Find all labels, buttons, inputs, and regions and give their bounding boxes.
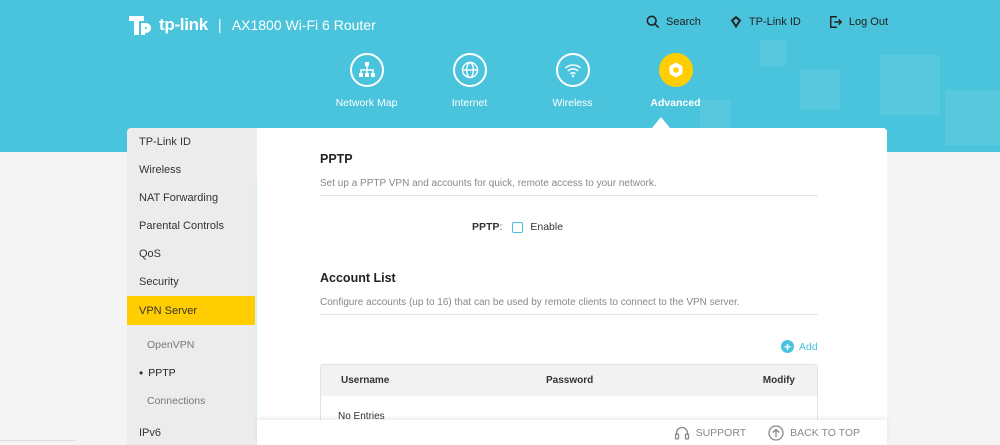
background-pattern	[760, 40, 786, 66]
sidebar-item-parental-controls[interactable]: Parental Controls	[127, 212, 257, 240]
background-pattern	[800, 70, 840, 110]
tplink-id-button[interactable]: TP-Link ID	[729, 15, 801, 29]
globe-icon	[452, 53, 487, 87]
logout-icon	[829, 16, 843, 28]
pptp-section-description: Set up a PPTP VPN and accounts for quick…	[320, 178, 818, 196]
empty-table-message: No Entries	[338, 411, 385, 422]
sidebar-item-qos[interactable]: QoS	[127, 240, 257, 268]
column-password: Password	[546, 375, 594, 386]
logout-label: Log Out	[848, 16, 888, 28]
tab-advanced[interactable]: Advanced	[624, 53, 727, 109]
sidebar-item-tplink-id[interactable]: TP-Link ID	[127, 128, 257, 156]
brand-wordmark: tp-link	[159, 15, 208, 34]
tab-advanced-label: Advanced	[650, 97, 701, 109]
top-navigation: Search TP-Link ID Log Out	[646, 15, 888, 29]
back-to-top-label: BACK TO TOP	[790, 426, 860, 439]
pptp-section: PPTP Set up a PPTP VPN and accounts for …	[320, 152, 818, 196]
support-link[interactable]: SUPPORT	[674, 425, 747, 441]
title-separator: |	[217, 16, 222, 34]
tab-wireless-label: Wireless	[552, 97, 593, 109]
background-pattern	[945, 90, 1000, 145]
logout-button[interactable]: Log Out	[829, 15, 888, 29]
headset-icon	[674, 426, 689, 440]
table-header: Username Password Modify	[321, 365, 817, 396]
search-label: Search	[666, 16, 701, 28]
background-pattern	[880, 55, 940, 115]
back-to-top-link[interactable]: BACK TO TOP	[768, 424, 860, 441]
add-icon: +	[781, 340, 794, 353]
pptp-field-label: PPTP	[472, 221, 500, 233]
tab-internet[interactable]: Internet	[418, 53, 521, 109]
pptp-enable-checkbox[interactable]	[512, 221, 524, 233]
pptp-field-colon: :	[499, 221, 503, 233]
sidebar-item-wireless[interactable]: Wireless	[127, 156, 257, 184]
add-label: Add	[799, 340, 818, 353]
tplink-id-label: TP-Link ID	[748, 16, 801, 28]
column-modify: Modify	[762, 375, 795, 386]
add-account-button[interactable]: + Add	[781, 340, 818, 353]
search-icon	[646, 15, 660, 29]
gear-icon	[658, 53, 693, 87]
pptp-enable-row: PPTP : Enable	[472, 221, 563, 233]
tab-internet-label: Internet	[451, 97, 488, 109]
sidebar: TP-Link ID Wireless NAT Forwarding Paren…	[127, 128, 257, 445]
footer-bar: SUPPORT BACK TO TOP	[257, 420, 887, 445]
sidebar-item-nat-forwarding[interactable]: NAT Forwarding	[127, 184, 257, 212]
tab-network-map[interactable]: Network Map	[315, 53, 418, 109]
router-model: AX1800 Wi-Fi 6 Router	[231, 17, 376, 33]
tp-link-logo-icon	[125, 10, 155, 40]
support-label: SUPPORT	[695, 426, 747, 439]
column-username: Username	[341, 375, 390, 386]
divider	[0, 440, 75, 441]
sidebar-item-ipv6[interactable]: IPv6	[127, 420, 257, 445]
sidebar-subitem-connections[interactable]: Connections	[127, 387, 257, 415]
sidebar-submenu: OpenVPN PPTP Connections	[127, 325, 257, 419]
pptp-enable-label[interactable]: Enable	[530, 221, 563, 233]
sidebar-overflow: IPv6	[127, 420, 257, 445]
network-map-icon	[349, 53, 384, 87]
content-area: PPTP Set up a PPTP VPN and accounts for …	[257, 128, 887, 445]
sidebar-item-vpn-server[interactable]: VPN Server	[127, 296, 257, 325]
active-tab-caret	[652, 117, 670, 128]
sidebar-item-security[interactable]: Security	[127, 268, 257, 296]
account-list-title: Account List	[320, 271, 396, 285]
sidebar-subitem-openvpn[interactable]: OpenVPN	[127, 331, 257, 359]
account-list-section: Account List Configure accounts (up to 1…	[320, 271, 818, 315]
pptp-section-title: PPTP	[320, 152, 353, 166]
wifi-icon	[555, 53, 590, 87]
arrow-up-circle-icon	[768, 424, 784, 441]
brand-logo[interactable]: tp-link | AX1800 Wi-Fi 6 Router	[125, 10, 376, 40]
main-panel: TP-Link ID Wireless NAT Forwarding Paren…	[127, 128, 887, 445]
account-list-description: Configure accounts (up to 16) that can b…	[320, 297, 818, 315]
sidebar-subitem-pptp[interactable]: PPTP	[127, 359, 257, 387]
tab-wireless[interactable]: Wireless	[521, 53, 624, 109]
tab-network-map-label: Network Map	[335, 97, 398, 109]
main-navigation: Network Map Internet Wireless Advanced	[315, 53, 727, 109]
tplink-id-icon	[730, 15, 742, 29]
search-button[interactable]: Search	[646, 15, 701, 29]
